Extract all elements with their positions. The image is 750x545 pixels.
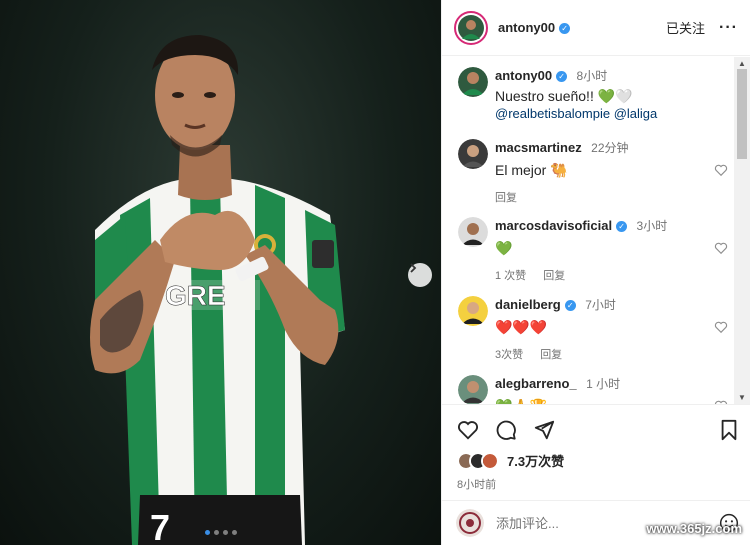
likes-summary[interactable]: 7.3万次赞 [457, 451, 739, 470]
svg-text:GRE: GRE [165, 280, 226, 311]
post-header: antony00 ✓ 已关注 ··· [442, 0, 750, 56]
verified-badge-icon: ✓ [616, 221, 628, 232]
post-caption: antony00 ✓ 8小时 Nuestro sueño!! 💚🤍 @realbe… [458, 67, 728, 122]
heart-icon[interactable] [714, 320, 728, 334]
author-username-text[interactable]: antony00 [498, 20, 555, 35]
comment-item: macsmartinez 22分钟 El mejor 🐫 回复 [458, 139, 728, 205]
carousel-dot [205, 530, 210, 535]
comment-text: 💚 [495, 240, 513, 256]
scroll-down-icon[interactable]: ▼ [738, 393, 746, 402]
comment-likes[interactable]: 3次赞 [495, 349, 523, 361]
comment-text: ❤️❤️❤️ [495, 319, 548, 335]
comment-username[interactable]: danielberg [495, 297, 561, 312]
author-avatar-image [458, 14, 484, 41]
comment-icon[interactable] [495, 419, 517, 441]
current-user-avatar [456, 509, 484, 537]
comment-item: marcosdavisoficial ✓ 3小时 💚 1 次赞 回复 [458, 217, 728, 283]
comment-username[interactable]: alegbarreno_ [495, 376, 577, 391]
avatar-image [456, 509, 484, 537]
avatar-image [458, 296, 488, 326]
avatar[interactable] [458, 139, 488, 169]
avatar-image [458, 139, 488, 169]
avatar [481, 451, 499, 470]
comment-text: 💚🙏🏆 [495, 397, 728, 404]
bookmark-icon[interactable] [719, 419, 739, 441]
comment-username[interactable]: marcosdavisoficial [495, 218, 612, 233]
scrollbar-thumb[interactable] [737, 69, 747, 159]
caption-mentions[interactable]: @realbetisbalompie @laliga [495, 105, 728, 122]
player-photo: GRE 7 [90, 35, 345, 545]
avatar[interactable] [458, 67, 488, 97]
carousel-indicator [205, 530, 237, 535]
reply-button[interactable]: 回复 [495, 192, 517, 204]
heart-icon[interactable] [714, 163, 728, 177]
comment-likes[interactable]: 1 次赞 [495, 270, 526, 282]
post-actions: 7.3万次赞 8小时前 [442, 404, 750, 499]
caption-username[interactable]: antony00 [495, 68, 552, 83]
carousel-dot [232, 530, 237, 535]
avatar-image [458, 217, 488, 247]
caption-text: Nuestro sueño!! 💚🤍 [495, 88, 633, 104]
following-button[interactable]: 已关注 [666, 18, 705, 37]
send-icon[interactable] [533, 419, 555, 441]
more-horizontal-icon[interactable]: ··· [719, 19, 738, 37]
comment-text: El mejor 🐫 [495, 162, 568, 178]
avatar[interactable] [458, 217, 488, 247]
comment-item: alegbarreno_ 1 小时 💚🙏🏆 [458, 375, 728, 404]
post-timestamp: 8小时前 [457, 479, 497, 491]
comment-time: 1 小时 [586, 377, 621, 391]
comment-time: 3小时 [636, 219, 668, 233]
comments-list[interactable]: antony00 ✓ 8小时 Nuestro sueño!! 💚🤍 @realbe… [442, 57, 734, 404]
post-details-panel: antony00 ✓ 已关注 ··· antony00 ✓ 8小时 Nuestro … [441, 0, 750, 545]
svg-text:7: 7 [150, 507, 170, 545]
author-username[interactable]: antony00 ✓ [498, 20, 571, 35]
next-image-button[interactable] [408, 263, 432, 287]
comment-time: 7小时 [585, 298, 616, 312]
avatar-image [458, 67, 488, 97]
comments-scrollbar[interactable]: ▲ ▼ [734, 57, 750, 404]
reply-button[interactable]: 回复 [540, 349, 562, 361]
avatar[interactable] [458, 296, 488, 326]
verified-badge-icon: ✓ [564, 300, 576, 311]
verified-badge-icon: ✓ [559, 23, 571, 34]
comment-time: 22分钟 [591, 141, 629, 155]
author-avatar[interactable] [454, 10, 488, 45]
chevron-right-icon [410, 263, 417, 273]
site-watermark: www.365jz.com [646, 521, 742, 536]
likes-count[interactable]: 7.3万次赞 [507, 451, 564, 470]
heart-icon[interactable] [714, 241, 728, 255]
reply-button[interactable]: 回复 [543, 270, 565, 282]
scroll-up-icon[interactable]: ▲ [738, 59, 746, 68]
carousel-dot [214, 530, 219, 535]
comment-input[interactable] [496, 515, 666, 531]
avatar[interactable] [458, 375, 488, 404]
heart-icon[interactable] [457, 419, 479, 441]
caption-time: 8小时 [576, 69, 608, 83]
post-image: GRE 7 [0, 0, 441, 545]
avatar-image [458, 375, 488, 404]
liker-avatars [457, 451, 499, 470]
verified-badge-icon: ✓ [556, 71, 568, 82]
comment-username[interactable]: macsmartinez [495, 140, 582, 155]
carousel-dot [223, 530, 228, 535]
comment-item: danielberg ✓ 7小时 ❤️❤️❤️ 3次赞 回复 [458, 296, 728, 362]
